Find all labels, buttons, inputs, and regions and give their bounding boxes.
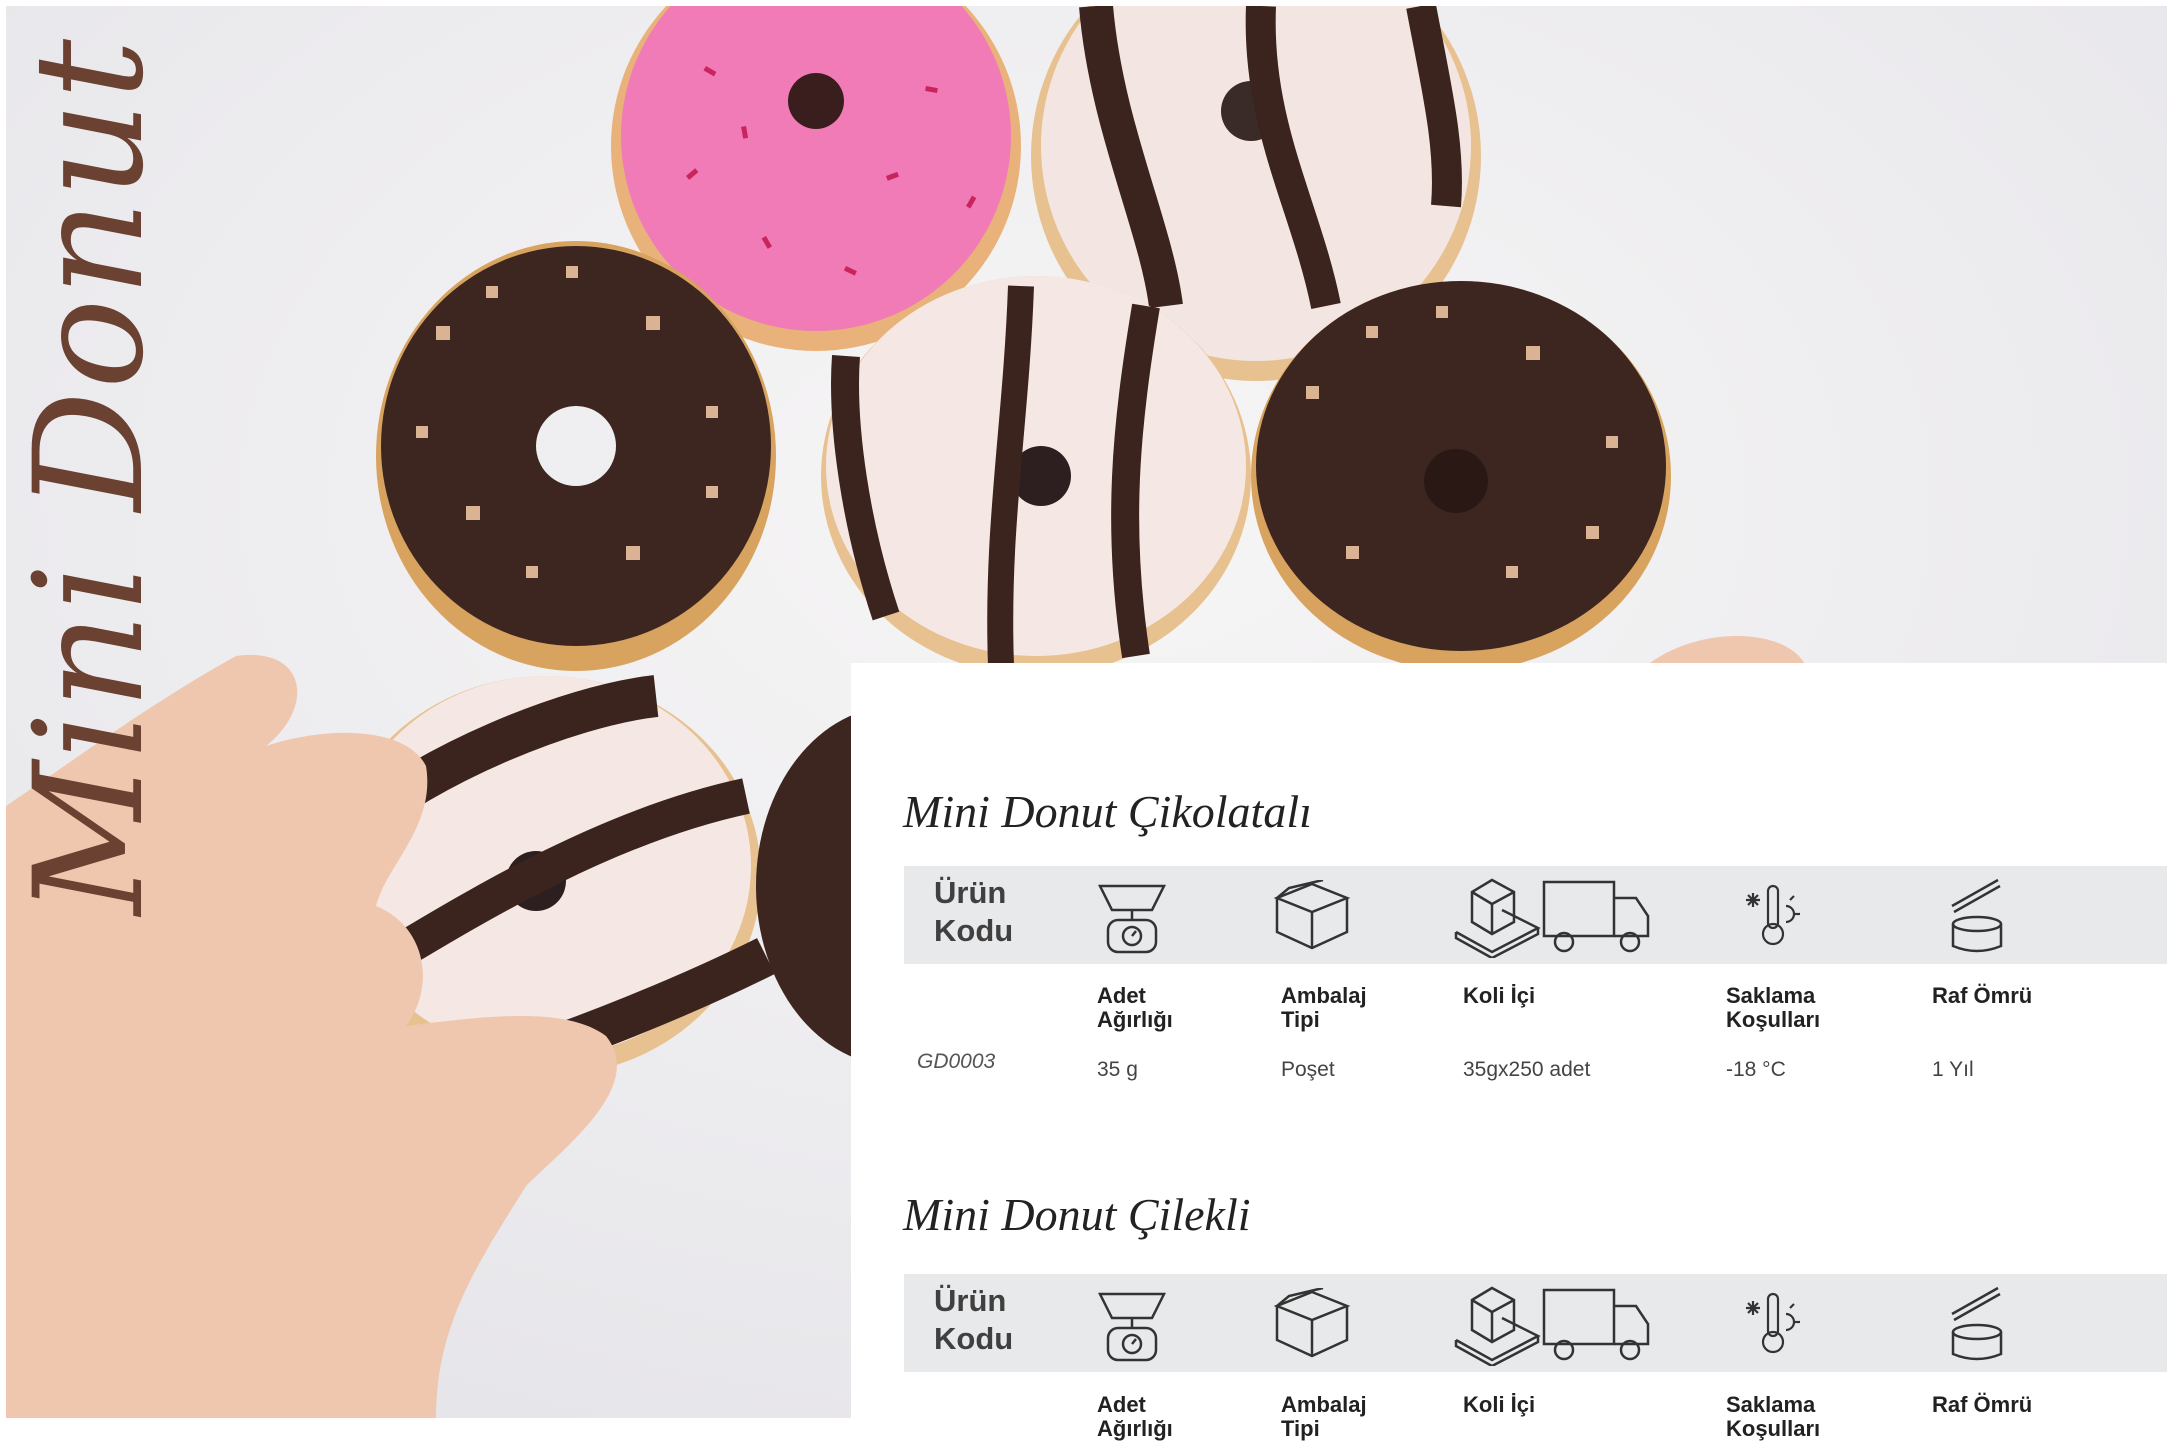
package-type: Poşet	[1281, 1058, 1335, 1081]
product-code: GD0003	[917, 1050, 996, 1073]
case-column-header: Koli İçi	[1463, 1392, 1536, 1417]
spec-header-band: Ürün Kodu	[904, 866, 2167, 964]
product-title: Mini Donut Çikolatalı	[903, 786, 1312, 837]
package-column-header: Ambalaj Tipi	[1281, 1392, 1367, 1441]
case-contents: 35gx250 adet	[1463, 1058, 1591, 1081]
scale-icon	[1097, 884, 1167, 954]
shelf-life: 1 Yıl	[1932, 1058, 1974, 1081]
product-title: Mini Donut Çilekli	[903, 1189, 1251, 1240]
open-can-icon	[1951, 1286, 2003, 1361]
storage-column-header: Saklama Koşulları	[1726, 983, 1821, 1032]
product-panel: Mini Donut Çikolatalı Ürün Kodu Adet Ağı…	[851, 663, 2167, 1441]
package-column-header: Ambalaj Tipi	[1281, 983, 1367, 1032]
case-column-header: Koli İçi	[1463, 983, 1536, 1008]
striped-donut-center	[821, 276, 1251, 676]
pallet-truck-icon	[1454, 878, 1650, 958]
chocolate-donut-right	[1251, 281, 1671, 671]
storage-column-header: Saklama Koşulları	[1726, 1392, 1821, 1441]
weight-column-header: Adet Ağırlığı	[1097, 983, 1173, 1032]
thermometer-snowflake-icon	[1746, 884, 1800, 946]
product-code-label: Ürün Kodu	[934, 1283, 1014, 1356]
weight-column-header: Adet Ağırlığı	[1097, 1392, 1173, 1441]
open-can-icon	[1951, 878, 2003, 953]
storage-conditions: -18 °C	[1726, 1058, 1786, 1081]
shelf-life-column-header: Raf Ömrü	[1932, 1392, 2033, 1417]
box-icon	[1273, 880, 1351, 950]
chocolate-donut-left	[376, 241, 776, 671]
pallet-truck-icon	[1454, 1286, 1650, 1366]
thermometer-snowflake-icon	[1746, 1292, 1800, 1354]
shelf-life-column-header: Raf Ömrü	[1932, 983, 2033, 1008]
unit-weight: 35 g	[1097, 1058, 1138, 1081]
box-icon	[1273, 1288, 1351, 1358]
scale-icon	[1097, 1292, 1167, 1362]
product-code-label: Ürün Kodu	[934, 875, 1014, 948]
brand-title: Mini Donut	[3, 37, 177, 915]
spec-header-band: Ürün Kodu	[904, 1274, 2167, 1372]
